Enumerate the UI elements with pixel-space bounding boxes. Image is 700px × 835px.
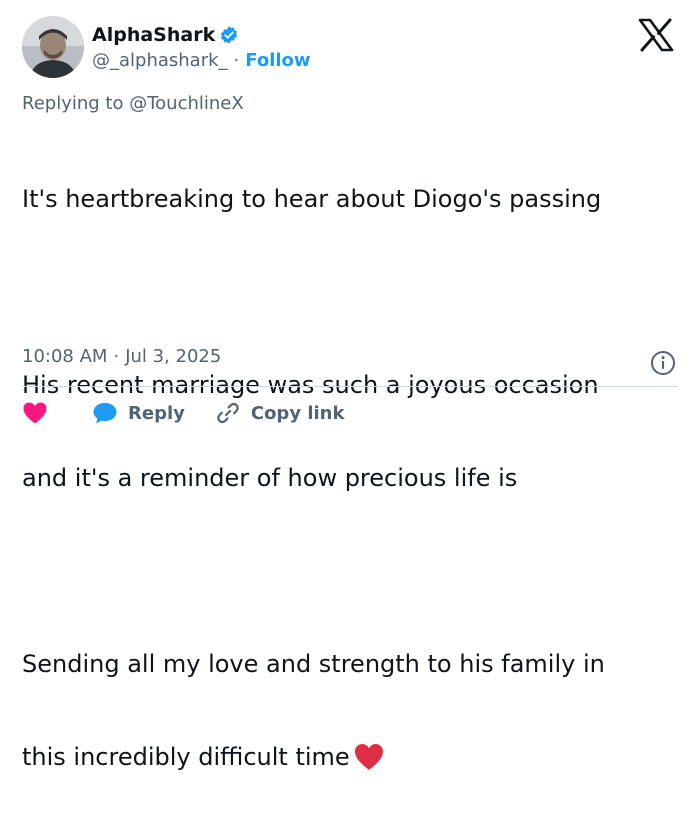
action-bar: Reply Copy link <box>22 398 344 428</box>
display-name[interactable]: AlphaShark <box>92 24 215 46</box>
tweet-card: AlphaShark @_alphashark_ · Follow Replyi… <box>0 0 700 771</box>
divider <box>22 386 678 387</box>
tweet-date[interactable]: Jul 3, 2025 <box>125 346 221 367</box>
reply-button[interactable]: Reply <box>92 401 185 425</box>
tweet-line <box>22 556 682 587</box>
reply-target-handle[interactable]: @TouchlineX <box>129 93 243 114</box>
author-handle[interactable]: @_alphashark_ <box>92 50 228 71</box>
copy-link-label: Copy link <box>250 402 345 424</box>
tweet-time[interactable]: 10:08 AM <box>22 346 107 367</box>
replying-to-label: Replying to <box>22 93 124 114</box>
replying-to: Replying to @TouchlineX <box>22 93 244 114</box>
avatar[interactable] <box>22 16 84 78</box>
tweet-line-last: this incredibly difficult time <box>22 742 682 773</box>
author-name-row: AlphaShark <box>92 22 239 48</box>
reply-label: Reply <box>128 402 185 424</box>
avatar-photo <box>22 16 84 78</box>
follow-button[interactable]: Follow <box>245 50 310 71</box>
timestamp-separator: · <box>113 346 120 367</box>
red-heart-icon <box>354 743 384 771</box>
tweet-text: It's heartbreaking to hear about Diogo's… <box>22 122 682 835</box>
speech-bubble-icon <box>92 401 118 425</box>
x-logo-icon[interactable] <box>638 18 674 52</box>
info-icon[interactable] <box>650 350 676 376</box>
link-icon <box>215 400 241 426</box>
tweet-line: Sending all my love and strength to his … <box>22 650 605 678</box>
timestamp-row: 10:08 AM · Jul 3, 2025 <box>22 346 221 367</box>
tweet-line-text: this incredibly difficult time <box>22 743 350 771</box>
verified-badge-icon <box>219 25 239 45</box>
like-button[interactable] <box>22 401 48 425</box>
tweet-line <box>22 277 682 308</box>
copy-link-button[interactable]: Copy link <box>215 400 345 426</box>
heart-icon <box>22 401 48 425</box>
author-handle-row: @_alphashark_ · Follow <box>92 48 311 72</box>
tweet-line: and it's a reminder of how precious life… <box>22 464 518 492</box>
tweet-line: It's heartbreaking to hear about Diogo's… <box>22 185 602 213</box>
handle-separator: · <box>233 49 240 71</box>
